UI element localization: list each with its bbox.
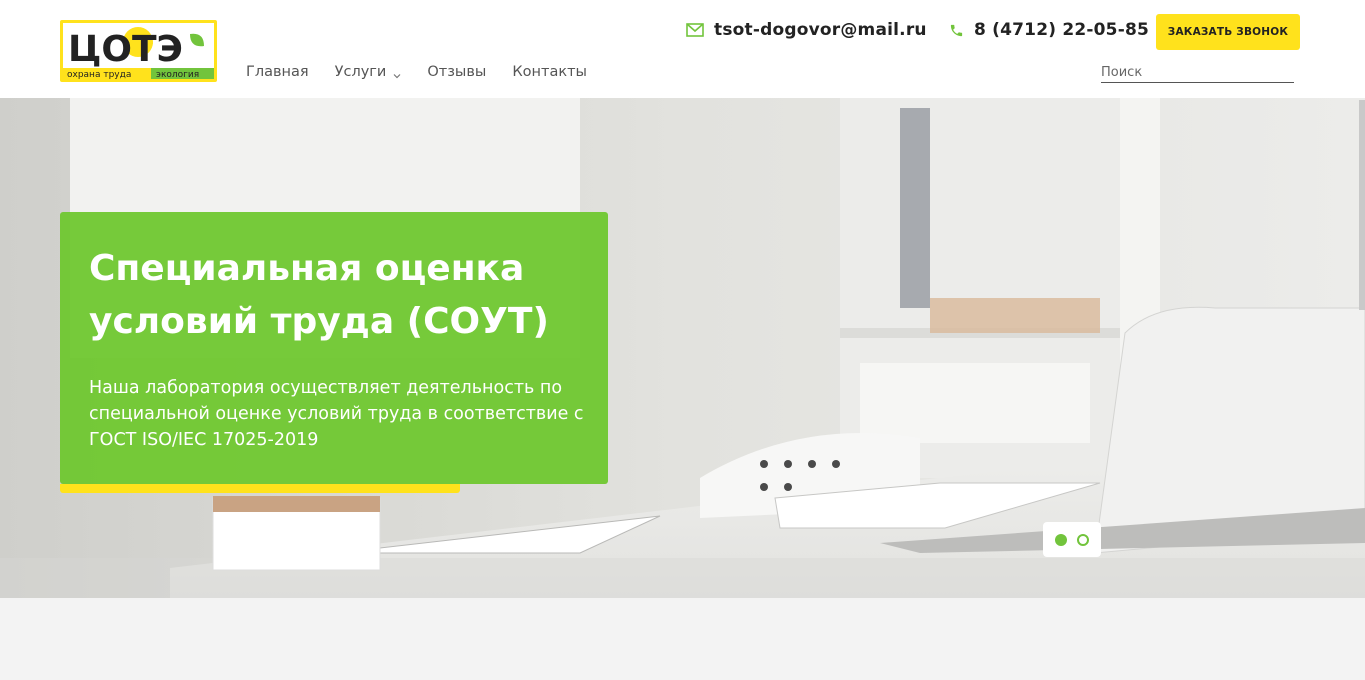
phone-text: 8 (4712) 22-05-85: [974, 20, 1150, 40]
scrollbar-thumb[interactable]: [1359, 100, 1365, 310]
nav-item-label: Контакты: [512, 64, 587, 80]
hero-description: Наша лаборатория осуществляет деятельнос…: [89, 378, 584, 450]
phone-icon: [949, 23, 964, 38]
nav-item-reviews[interactable]: Отзывы: [427, 62, 486, 82]
hero-title: Специальная оценка условий труда (СОУТ): [89, 248, 549, 342]
hero-card: Специальная оценка условий труда (СОУТ) …: [60, 212, 608, 484]
nav-item-contacts[interactable]: Контакты: [512, 62, 587, 82]
logo-tagline-left: охрана труда: [67, 70, 131, 80]
hero-card-accent: [60, 484, 460, 493]
search-input[interactable]: [1101, 62, 1294, 83]
hero-slider: Специальная оценка условий труда (СОУТ) …: [0, 98, 1365, 598]
logo[interactable]: ЦОТЭ охрана труда экология: [60, 20, 217, 82]
phone-link[interactable]: 8 (4712) 22-05-85: [949, 20, 1149, 40]
nav-item-home[interactable]: Главная: [246, 62, 309, 82]
logo-wordmark: ЦОТЭ: [68, 29, 183, 70]
site-header: ЦОТЭ охрана труда экология Главная Услуг…: [0, 0, 1365, 98]
main-nav: Главная Услуги Отзывы Контакты: [246, 62, 613, 82]
logo-tagline-right: экология: [156, 70, 199, 80]
envelope-icon: [686, 23, 704, 37]
email-link[interactable]: tsot-dogovor@mail.ru: [686, 20, 927, 40]
nav-item-label: Главная: [246, 64, 309, 80]
order-call-button[interactable]: Заказать звонок: [1156, 14, 1300, 50]
nav-item-label: Услуги: [334, 64, 387, 80]
slider-dot-1[interactable]: [1055, 533, 1067, 546]
email-text: tsot-dogovor@mail.ru: [714, 20, 927, 40]
nav-item-label: Отзывы: [427, 64, 487, 80]
slider-dot-2[interactable]: [1077, 533, 1089, 546]
slider-pagination: [1043, 522, 1101, 557]
chevron-down-icon: [393, 68, 401, 79]
nav-item-services[interactable]: Услуги: [335, 62, 402, 82]
